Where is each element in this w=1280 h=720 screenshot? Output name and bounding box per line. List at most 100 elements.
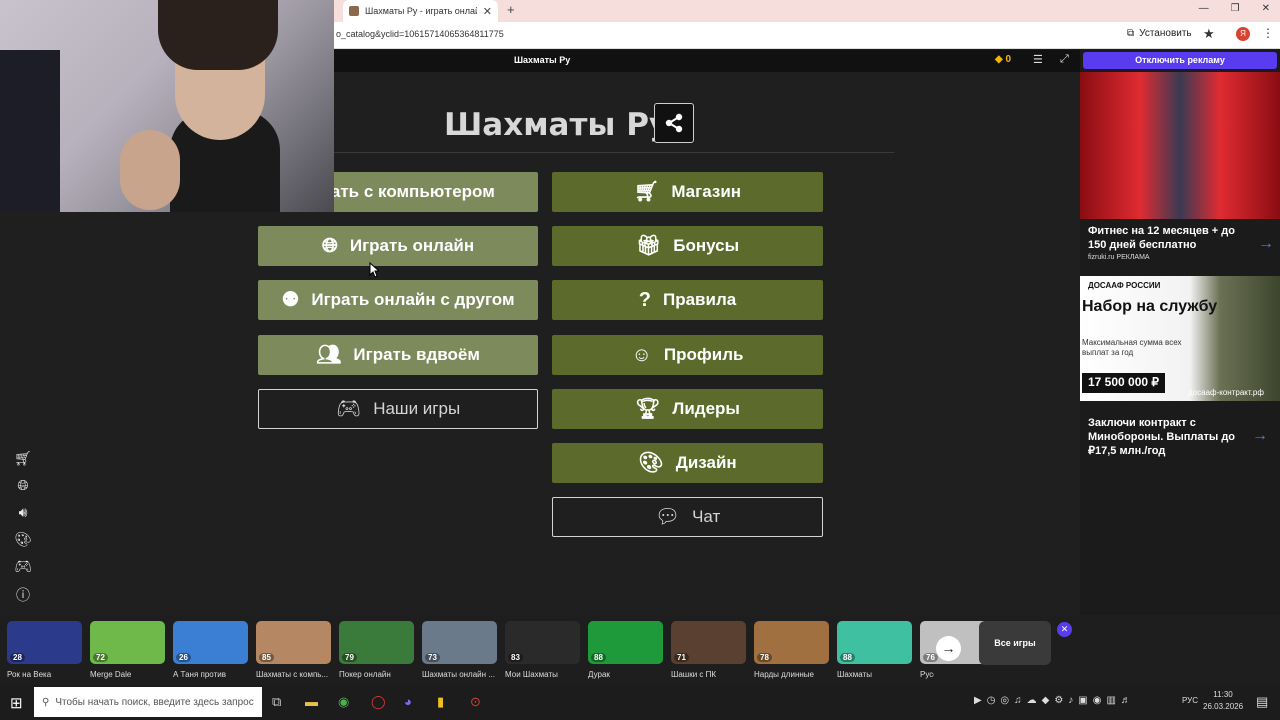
catalog-game-thumbnail: 88 xyxy=(837,621,912,664)
ad2-url: досааф-контракт.рф xyxy=(1188,388,1264,397)
shop-side-icon[interactable]: 🛒︎ xyxy=(14,450,32,468)
bonuses-button[interactable]: 🎁︎ Бонусы xyxy=(552,226,823,266)
catalog-game-card[interactable]: 71 Шашки с ПК xyxy=(671,621,746,679)
play-online-friend-label: Играть онлайн с другом xyxy=(311,290,515,309)
cart-icon: 🛒︎ xyxy=(633,181,660,203)
file-explorer-icon[interactable]: ▬ xyxy=(305,694,318,709)
leaders-button[interactable]: 🏆︎ Лидеры xyxy=(552,389,823,429)
catalog-game-card[interactable]: 28 Рок на Века xyxy=(7,621,82,679)
install-icon: ⧉ xyxy=(1127,28,1135,39)
catalog-game-card[interactable]: 78 Нарды длинные xyxy=(754,621,829,679)
catalog-game-name: Шахматы онлайн ... xyxy=(422,670,495,679)
play-online-friend-button[interactable]: ⚉ Играть онлайн с другом xyxy=(258,280,538,320)
catalog-game-card[interactable]: 73 Шахматы онлайн ... xyxy=(422,621,497,679)
close-window-icon[interactable]: ✕ xyxy=(1262,3,1270,14)
ad1-text[interactable]: Фитнес на 12 месяцев + до 150 дней беспл… xyxy=(1088,224,1248,252)
catalog-game-card[interactable]: 88 Шахматы xyxy=(837,621,912,679)
catalog-game-thumbnail: 78 xyxy=(754,621,829,664)
ad1-source-name: fizruki.ru xyxy=(1088,254,1115,261)
catalog-game-card[interactable]: 26 А Таня против xyxy=(173,621,248,679)
info-side-icon[interactable]: ⓘ xyxy=(14,585,32,603)
browser-tab[interactable]: Шахматы Ру - играть онлайн б ✕ xyxy=(343,0,498,22)
chrome-icon[interactable]: ◉ xyxy=(338,694,349,710)
profile-avatar[interactable]: Я xyxy=(1236,27,1250,41)
new-tab-icon[interactable]: + xyxy=(507,2,515,17)
catalog-game-rating: 73 xyxy=(425,653,440,662)
catalog-game-rating: 79 xyxy=(342,653,357,662)
chat-button[interactable]: 💬︎ Чат xyxy=(552,497,823,537)
shop-label: Магазин xyxy=(671,182,742,201)
gamepad-side-icon[interactable]: 🎮︎ xyxy=(14,558,32,576)
our-games-label: Наши игры xyxy=(373,399,461,418)
language-indicator[interactable]: РУС xyxy=(1182,696,1198,705)
ad2-text[interactable]: Заключи контракт с Минобороны. Выплаты д… xyxy=(1088,416,1248,458)
notifications-icon[interactable]: ▤ xyxy=(1256,694,1268,710)
webcam-monitor xyxy=(0,50,60,212)
windows-taskbar: ⊞ ⚲ Чтобы начать поиск, введите здесь за… xyxy=(0,685,1280,720)
rules-button[interactable]: ? Правила xyxy=(552,280,823,320)
catalog-game-card[interactable]: 76 Русские xyxy=(920,621,995,679)
all-games-button[interactable]: Все игры xyxy=(979,621,1051,665)
catalog-game-rating: 85 xyxy=(259,653,274,662)
tab-close-icon[interactable]: ✕ xyxy=(483,5,492,18)
gamepad-icon: 🎮︎ xyxy=(335,398,362,420)
bookmark-star-icon[interactable]: ★ xyxy=(1203,26,1215,42)
share-button[interactable] xyxy=(654,103,694,143)
taskbar-search-input[interactable]: ⚲ Чтобы начать поиск, введите здесь запр… xyxy=(34,687,262,717)
catalog-game-card[interactable]: 83 Мои Шахматы xyxy=(505,621,580,679)
catalog-game-rating: 76 xyxy=(923,653,938,662)
catalog-game-card[interactable]: 85 Шахматы с компь... xyxy=(256,621,331,679)
catalog-game-name: Шахматы с компь... xyxy=(256,670,329,679)
ad2-subtext: Максимальная сумма всех выплат за год xyxy=(1082,338,1182,357)
catalog-game-thumbnail: 73 xyxy=(422,621,497,664)
catalog-game-card[interactable]: 88 Дурак xyxy=(588,621,663,679)
tab-favicon xyxy=(349,6,359,16)
disable-ads-button[interactable]: Отключить рекламу xyxy=(1083,52,1277,69)
ad2-arrow-icon[interactable]: → xyxy=(1252,427,1268,445)
ads-panel: Фитнес на 12 месяцев + до 150 дней беспл… xyxy=(1080,72,1280,615)
record-app-icon[interactable]: ⊙ xyxy=(470,694,481,710)
coins-value: 0 xyxy=(1005,54,1012,65)
mouse-cursor-icon xyxy=(369,262,379,278)
taskbar-clock[interactable]: 11:30 26.03.2026 xyxy=(1203,689,1243,713)
play-two-players-label: Играть вдвоём xyxy=(353,345,480,364)
play-online-button[interactable]: 🌐︎ Играть онлайн xyxy=(258,226,538,266)
globe-side-icon[interactable]: 🌐︎ xyxy=(14,477,32,495)
install-button[interactable]: ⧉ Установить xyxy=(1127,28,1192,39)
opera-icon[interactable]: ◯ xyxy=(371,694,386,710)
coins-counter[interactable]: ◆ 0 xyxy=(995,54,1011,65)
shop-button[interactable]: 🛒︎ Магазин xyxy=(552,172,823,212)
design-button[interactable]: 🎨︎ Дизайн xyxy=(552,443,823,483)
minimize-icon[interactable]: — xyxy=(1199,3,1209,14)
our-games-button[interactable]: 🎮︎ Наши игры xyxy=(258,389,538,429)
catalog-next-button[interactable]: → xyxy=(936,636,961,661)
ad1-image[interactable] xyxy=(1080,72,1280,219)
close-catalog-icon[interactable]: ✕ xyxy=(1057,622,1072,637)
ad2-image[interactable]: ДОСААФ РОССИИ Набор на службу Максимальн… xyxy=(1080,276,1280,401)
play-two-players-button[interactable]: 👥︎ Играть вдвоём xyxy=(258,335,538,375)
profile-button[interactable]: ☺ Профиль xyxy=(552,335,823,375)
windows-start-icon[interactable]: ⊞ xyxy=(10,694,23,712)
catalog-game-rating: 72 xyxy=(93,653,108,662)
ad1-arrow-icon[interactable]: → xyxy=(1258,235,1274,253)
leaderboard-menu-icon[interactable]: ☰ xyxy=(1033,53,1043,66)
discord-icon[interactable]: ◕ xyxy=(404,694,412,709)
catalog-game-rating: 88 xyxy=(840,653,855,662)
url-field[interactable]: o_catalog&yclid=10615714065364811775 xyxy=(336,29,504,39)
sound-side-icon[interactable]: 🔊︎ xyxy=(14,504,32,522)
task-view-icon[interactable]: ⧉ xyxy=(272,694,281,710)
catalog-game-card[interactable]: 72 Merge Dale xyxy=(90,621,165,679)
catalog-game-thumbnail: 88 xyxy=(588,621,663,664)
browser-menu-icon[interactable]: ⋮ xyxy=(1262,26,1274,40)
catalog-game-card[interactable]: 79 Покер онлайн xyxy=(339,621,414,679)
palette-side-icon[interactable]: 🎨︎ xyxy=(14,531,32,549)
play-online-label: Играть онлайн xyxy=(349,236,475,255)
ad1-source: fizruki.ru РЕКЛАМА xyxy=(1088,254,1150,261)
catalog-game-thumbnail: 85 xyxy=(256,621,331,664)
system-tray-icons[interactable]: ▶◷◎♫☁◆⚙♪▣◉▥♬ xyxy=(974,695,1136,706)
search-icon: ⚲ xyxy=(42,696,50,708)
profile-label: Профиль xyxy=(663,345,744,364)
fullscreen-icon[interactable]: ⤢ xyxy=(1060,53,1069,66)
restore-icon[interactable]: ❐ xyxy=(1231,3,1240,14)
obs-icon[interactable]: ▮ xyxy=(437,694,444,710)
